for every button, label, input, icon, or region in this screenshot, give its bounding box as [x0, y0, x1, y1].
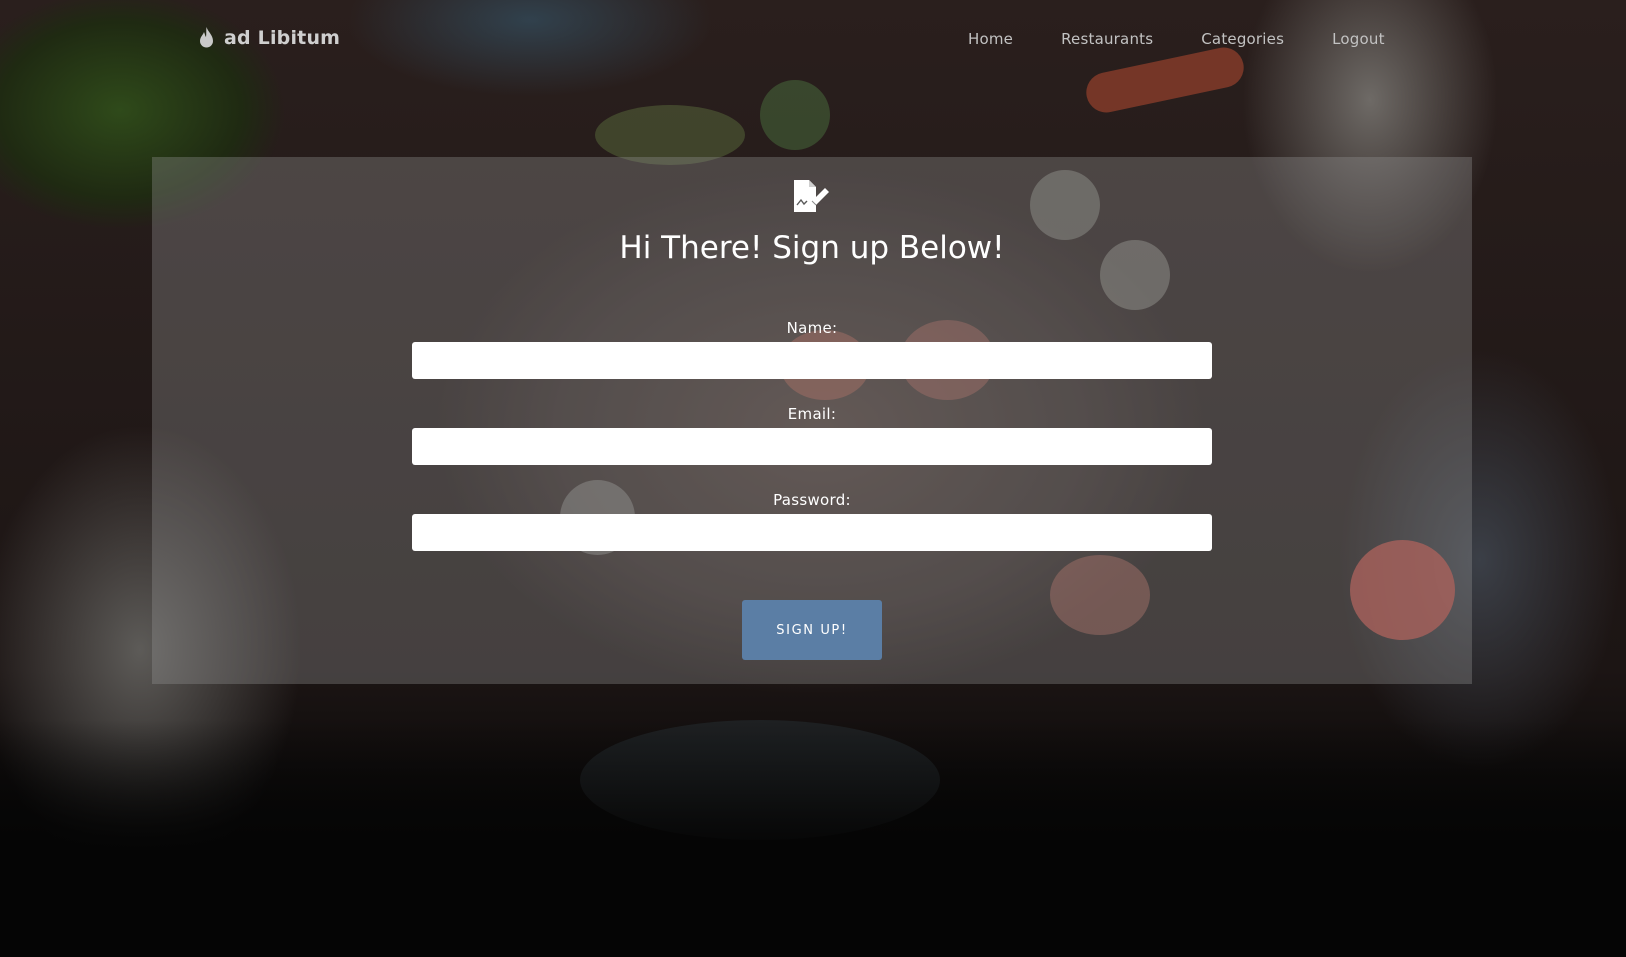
password-field[interactable]: [412, 514, 1212, 551]
signup-form: Hi There! Sign up Below! Name: Email: Pa…: [152, 157, 1472, 684]
password-label: Password:: [773, 491, 851, 509]
navbar: ad Libitum Home Restaurants Categories L…: [0, 0, 1626, 80]
name-field[interactable]: [412, 342, 1212, 379]
bottom-fade: [0, 720, 1626, 957]
nav-link-logout[interactable]: Logout: [1332, 30, 1385, 48]
email-field[interactable]: [412, 428, 1212, 465]
wasabi: [760, 80, 830, 150]
email-label: Email:: [787, 405, 837, 423]
brand-name: ad Libitum: [224, 27, 341, 49]
brand-link[interactable]: ad Libitum: [198, 26, 340, 50]
page-title: Hi There! Sign up Below!: [619, 230, 1005, 266]
signature-document-icon: [794, 180, 829, 212]
flame-icon: [200, 27, 213, 48]
nav-links: Home Restaurants Categories Logout: [968, 30, 1433, 48]
nav-link-restaurants[interactable]: Restaurants: [1061, 30, 1153, 48]
signup-panel: Hi There! Sign up Below! Name: Email: Pa…: [152, 157, 1472, 684]
avocado-roll: [595, 105, 745, 165]
nav-link-categories[interactable]: Categories: [1201, 30, 1284, 48]
nav-link-home[interactable]: Home: [968, 30, 1013, 48]
name-label: Name:: [786, 319, 838, 337]
signup-button[interactable]: SIGN UP!: [742, 600, 882, 660]
